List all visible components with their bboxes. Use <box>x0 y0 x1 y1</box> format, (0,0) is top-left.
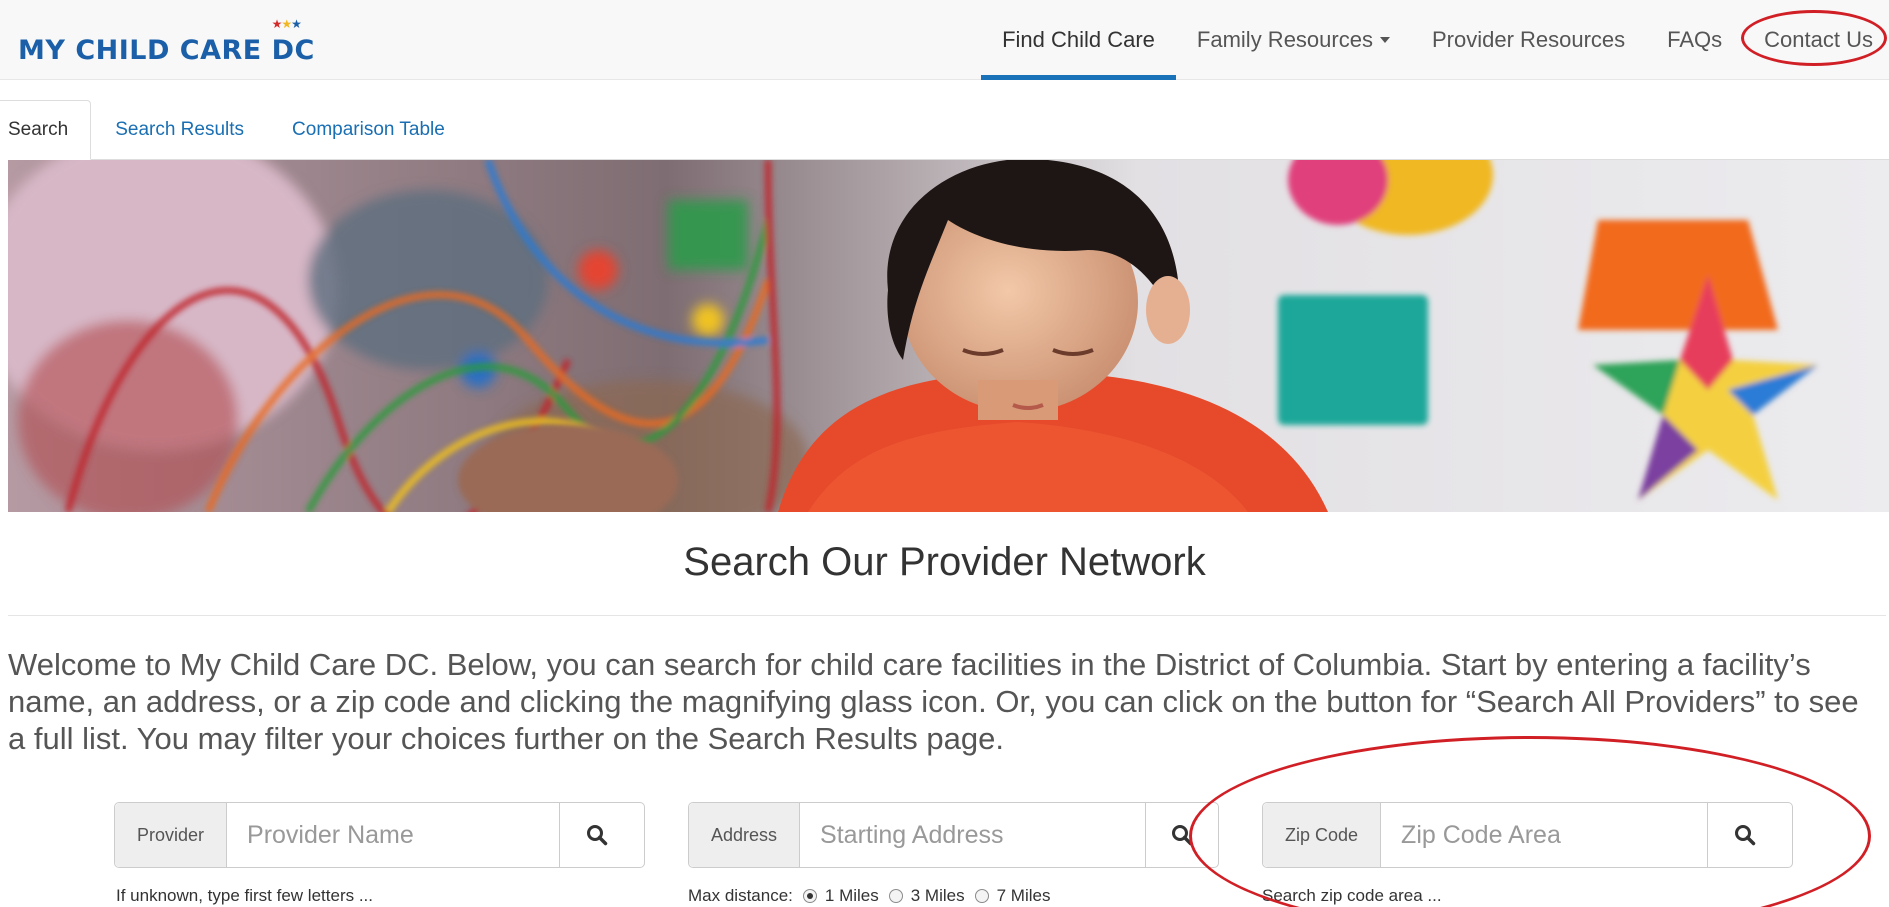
tab-search-results[interactable]: Search Results <box>91 100 268 160</box>
page-title: Search Our Provider Network <box>683 540 1206 584</box>
nav-faqs[interactable]: FAQs <box>1646 0 1743 80</box>
provider-search-group: Provider <box>114 802 645 868</box>
radio-1-miles-label: 1 Miles <box>824 886 879 905</box>
radio-7-miles-label: 7 Miles <box>996 886 1051 905</box>
max-distance-label: Max distance: <box>688 886 793 905</box>
provider-name-input[interactable] <box>227 803 560 867</box>
logo-dc-text: DC <box>271 35 315 66</box>
logo-stars-icon: ★★★ <box>271 17 302 31</box>
max-distance-row: Max distance: 1 Miles 3 Miles 7 Miles <box>688 886 1050 906</box>
hero-image <box>8 160 1889 512</box>
hero-illustration <box>8 160 1889 512</box>
search-tabs: Search Search Results Comparison Table <box>0 100 1889 160</box>
annotation-circle-zip <box>1189 736 1871 907</box>
nav-find-child-care[interactable]: Find Child Care <box>981 0 1176 80</box>
provider-addon-label: Provider <box>115 803 228 867</box>
provider-help-text: If unknown, type first few letters ... <box>116 886 373 905</box>
nav-provider-resources[interactable]: Provider Resources <box>1411 0 1646 80</box>
address-search-group: Address <box>688 802 1219 868</box>
provider-search-button[interactable] <box>559 803 633 867</box>
radio-7-miles[interactable] <box>974 889 989 903</box>
logo-text: MY CHILD CARE <box>18 35 272 66</box>
caret-down-icon <box>1379 37 1390 43</box>
divider <box>8 615 1886 616</box>
radio-3-miles[interactable] <box>888 889 903 903</box>
site-logo[interactable]: MY CHILD CARE ★★★ DC <box>18 18 315 64</box>
navbar: MY CHILD CARE ★★★ DC Find Child Care Fami… <box>0 0 1889 80</box>
tab-comparison-table[interactable]: Comparison Table <box>268 100 469 160</box>
search-icon <box>586 825 607 846</box>
nav-family-resources[interactable]: Family Resources <box>1176 0 1411 80</box>
radio-1-miles[interactable] <box>802 889 817 903</box>
address-addon-label: Address <box>689 803 801 867</box>
annotation-circle-contact <box>1741 10 1887 66</box>
radio-3-miles-label: 3 Miles <box>910 886 965 905</box>
address-input[interactable] <box>800 803 1146 867</box>
tab-search[interactable]: Search <box>0 100 92 160</box>
